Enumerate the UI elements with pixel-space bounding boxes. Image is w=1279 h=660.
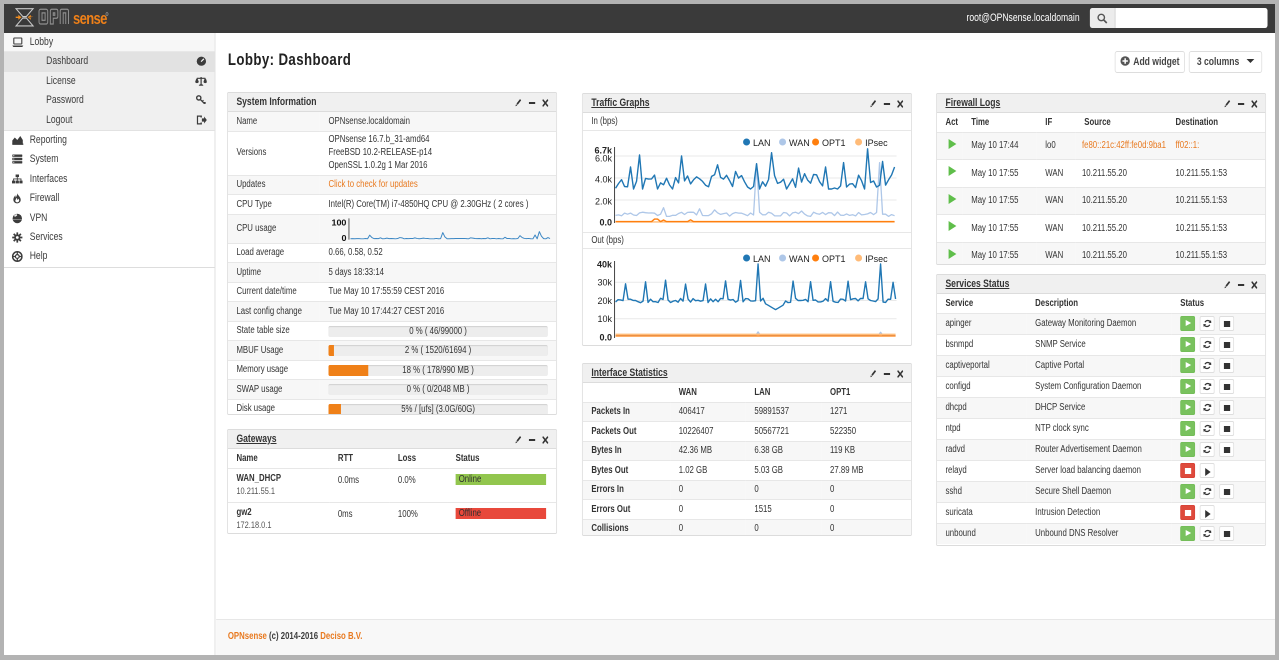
svg-text:4.0k: 4.0k — [595, 175, 613, 185]
svg-text:0.0: 0.0 — [600, 333, 613, 343]
svg-text:WAN: WAN — [789, 254, 810, 264]
svg-text:40k: 40k — [597, 260, 613, 270]
svg-text:0: 0 — [341, 233, 346, 242]
svg-text:30k: 30k — [598, 278, 613, 288]
svg-text:100: 100 — [331, 218, 346, 228]
svg-text:2.0k: 2.0k — [595, 197, 613, 207]
svg-text:0.0: 0.0 — [600, 218, 613, 228]
svg-text:6.0k: 6.0k — [595, 154, 613, 164]
svg-text:10k: 10k — [598, 314, 613, 324]
svg-text:LAN: LAN — [753, 254, 771, 264]
svg-text:sense: sense — [73, 11, 107, 29]
svg-text:LAN: LAN — [753, 138, 771, 148]
svg-text:OPT1: OPT1 — [822, 138, 846, 148]
svg-text:20k: 20k — [598, 296, 613, 306]
svg-text:WAN: WAN — [789, 138, 810, 148]
svg-text:IPsec: IPsec — [865, 138, 888, 148]
svg-text:OPT1: OPT1 — [822, 254, 846, 264]
svg-text:IPsec: IPsec — [865, 254, 888, 264]
